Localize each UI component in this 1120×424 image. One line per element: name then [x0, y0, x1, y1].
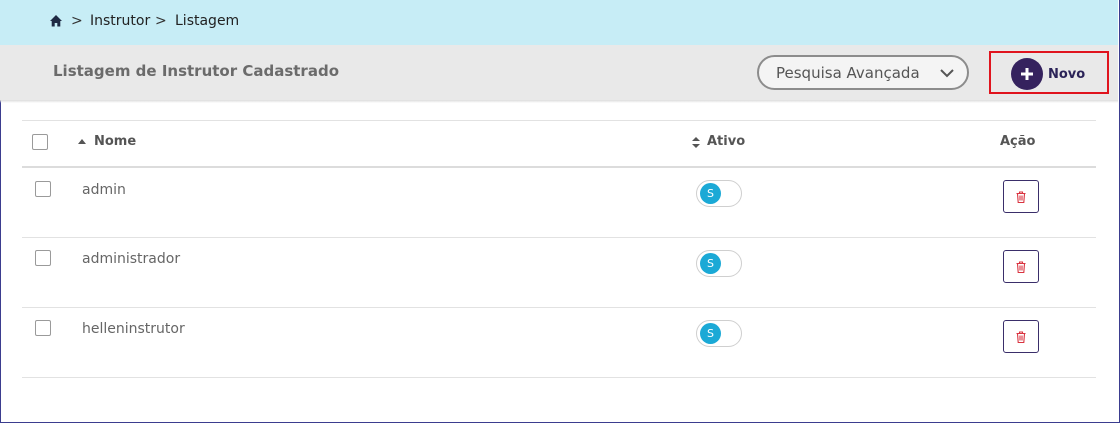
chevron-down-icon [940, 69, 954, 78]
new-button[interactable]: Novo [1011, 58, 1085, 90]
advanced-search-label: Pesquisa Avançada [776, 64, 920, 82]
breadcrumb-item-instrutor[interactable]: Instrutor [90, 13, 150, 29]
table-row: helleninstrutor S [22, 308, 1096, 378]
instructor-name: helleninstrutor [82, 321, 185, 337]
column-header-nome[interactable]: Nome [94, 134, 136, 149]
breadcrumb-separator: > [155, 13, 167, 29]
plus-icon [1011, 58, 1043, 90]
delete-button[interactable] [1003, 180, 1039, 213]
select-all-checkbox[interactable] [32, 134, 48, 150]
delete-button[interactable] [1003, 320, 1039, 353]
breadcrumb-separator: > [71, 13, 83, 29]
trash-icon [1016, 330, 1026, 343]
advanced-search-dropdown[interactable]: Pesquisa Avançada [757, 55, 969, 90]
active-toggle-knob: S [700, 323, 721, 344]
row-checkbox[interactable] [35, 320, 51, 336]
breadcrumb-item-listagem: Listagem [175, 13, 240, 29]
page-header: Listagem de Instrutor Cadastrado Pesquis… [0, 45, 1118, 103]
table-row: admin S [22, 168, 1096, 238]
instructor-table: Nome Ativo Ação admin S administrador S [22, 120, 1096, 378]
table-header: Nome Ativo Ação [22, 120, 1096, 168]
delete-button[interactable] [1003, 250, 1039, 283]
page-title: Listagem de Instrutor Cadastrado [53, 62, 339, 80]
new-button-label: Novo [1048, 66, 1086, 82]
instructor-name: admin [82, 182, 126, 198]
breadcrumb: > Instrutor > Listagem [0, 0, 1118, 45]
active-toggle[interactable]: S [696, 320, 742, 347]
active-toggle[interactable]: S [696, 180, 742, 207]
column-header-ativo[interactable]: Ativo [707, 134, 745, 149]
trash-icon [1016, 260, 1026, 273]
home-icon[interactable] [49, 14, 63, 28]
sort-asc-icon[interactable] [77, 138, 87, 144]
instructor-name: administrador [82, 251, 181, 267]
new-button-highlight: Novo [989, 51, 1109, 94]
active-toggle-knob: S [700, 253, 721, 274]
sort-icon[interactable] [691, 136, 701, 149]
row-checkbox[interactable] [35, 181, 51, 197]
column-header-acao: Ação [1000, 134, 1036, 149]
row-checkbox[interactable] [35, 250, 51, 266]
table-row: administrador S [22, 238, 1096, 308]
active-toggle-knob: S [700, 183, 721, 204]
active-toggle[interactable]: S [696, 250, 742, 277]
trash-icon [1016, 190, 1026, 203]
